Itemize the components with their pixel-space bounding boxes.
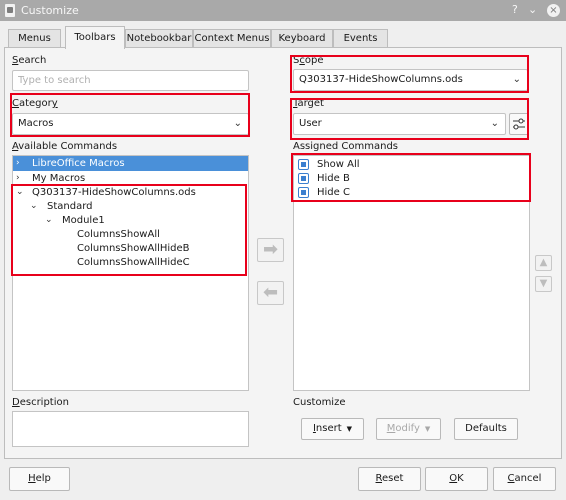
assigned-item[interactable]: Hide C bbox=[296, 185, 526, 200]
reset-button[interactable]: Reset bbox=[358, 467, 421, 491]
defaults-button[interactable]: Defaults bbox=[454, 418, 518, 440]
chevron-down-icon: ⌄ bbox=[233, 118, 242, 129]
ok-button[interactable]: OK bbox=[425, 467, 488, 491]
tree-item-my-macros[interactable]: › My Macros bbox=[13, 171, 248, 186]
chevron-down-icon: ⌄ bbox=[512, 74, 521, 85]
dropdown-arrow-icon: ▼ bbox=[424, 425, 431, 433]
available-commands-label: Available Commands bbox=[12, 141, 118, 152]
insert-button[interactable]: Insert ▼ bbox=[301, 418, 364, 440]
title-bar: Customize ? ⌄ × bbox=[0, 0, 566, 21]
tab-keyboard[interactable]: Keyboard bbox=[271, 29, 333, 48]
move-down-button[interactable]: ▼ bbox=[535, 276, 552, 292]
help-icon[interactable]: ? bbox=[512, 3, 518, 16]
tree-item-macro[interactable]: ColumnsShowAllHideB bbox=[13, 241, 245, 256]
search-input[interactable] bbox=[18, 75, 248, 86]
chevron-right-icon[interactable]: › bbox=[16, 171, 20, 186]
scope-label: Scope bbox=[293, 55, 324, 66]
tree-item-macro[interactable]: ColumnsShowAll bbox=[13, 227, 245, 242]
category-value: Macros bbox=[18, 118, 54, 129]
remove-command-button[interactable]: ⬅ bbox=[257, 281, 284, 305]
cancel-button[interactable]: Cancel bbox=[493, 467, 556, 491]
settings-sliders-icon bbox=[513, 118, 525, 130]
tab-events[interactable]: Events bbox=[333, 29, 388, 48]
tree-item-macro[interactable]: ColumnsShowAllHideC bbox=[13, 255, 245, 270]
tab-notebookbar[interactable]: Notebookbar bbox=[125, 29, 193, 48]
window-title: Customize bbox=[21, 4, 79, 17]
chevron-down-icon[interactable]: ⌄ bbox=[30, 199, 38, 214]
tab-menus[interactable]: Menus bbox=[8, 29, 61, 48]
help-button[interactable]: Help bbox=[9, 467, 70, 491]
assigned-item[interactable]: Show All bbox=[296, 157, 526, 172]
close-icon[interactable]: × bbox=[547, 4, 560, 17]
move-up-button[interactable]: ▲ bbox=[535, 255, 552, 271]
target-value: User bbox=[299, 118, 322, 129]
target-label: Target bbox=[293, 98, 324, 109]
scope-value: Q303137-HideShowColumns.ods bbox=[299, 74, 463, 85]
category-dropdown[interactable]: Macros ⌄ bbox=[12, 113, 249, 135]
description-box bbox=[12, 411, 249, 447]
minimize-icon[interactable]: ⌄ bbox=[528, 3, 537, 16]
search-field[interactable] bbox=[12, 70, 249, 91]
chevron-down-icon[interactable]: ⌄ bbox=[45, 213, 53, 228]
tab-toolbars[interactable]: Toolbars bbox=[65, 26, 125, 49]
chevron-down-icon: ⌄ bbox=[490, 118, 499, 129]
target-dropdown[interactable]: User ⌄ bbox=[293, 113, 506, 135]
app-icon bbox=[5, 4, 15, 17]
dropdown-arrow-icon: ▼ bbox=[346, 425, 353, 433]
assigned-commands-label: Assigned Commands bbox=[293, 141, 399, 152]
add-command-button[interactable]: ➡ bbox=[257, 238, 284, 262]
checkbox[interactable] bbox=[298, 159, 309, 170]
tree-item-document[interactable]: ⌄ Q303137-HideShowColumns.ods bbox=[13, 185, 245, 200]
search-label: Search bbox=[12, 55, 47, 66]
checkbox[interactable] bbox=[298, 173, 309, 184]
description-label: Description bbox=[12, 397, 69, 408]
tab-context-menus[interactable]: Context Menus bbox=[193, 29, 271, 48]
tree-item-module1[interactable]: ⌄ Module1 bbox=[13, 213, 245, 228]
assigned-item[interactable]: Hide B bbox=[296, 171, 526, 186]
tree-item-libreoffice-macros[interactable]: › LibreOffice Macros bbox=[13, 156, 248, 171]
modify-button[interactable]: Modify ▼ bbox=[376, 418, 441, 440]
scope-dropdown[interactable]: Q303137-HideShowColumns.ods ⌄ bbox=[293, 69, 528, 91]
chevron-down-icon[interactable]: ⌄ bbox=[16, 185, 24, 200]
checkbox[interactable] bbox=[298, 187, 309, 198]
category-label: Category bbox=[12, 98, 58, 109]
chevron-right-icon[interactable]: › bbox=[16, 156, 20, 171]
target-options-button[interactable] bbox=[509, 113, 529, 135]
tree-item-standard[interactable]: ⌄ Standard bbox=[13, 199, 245, 214]
customize-label: Customize bbox=[293, 397, 346, 408]
